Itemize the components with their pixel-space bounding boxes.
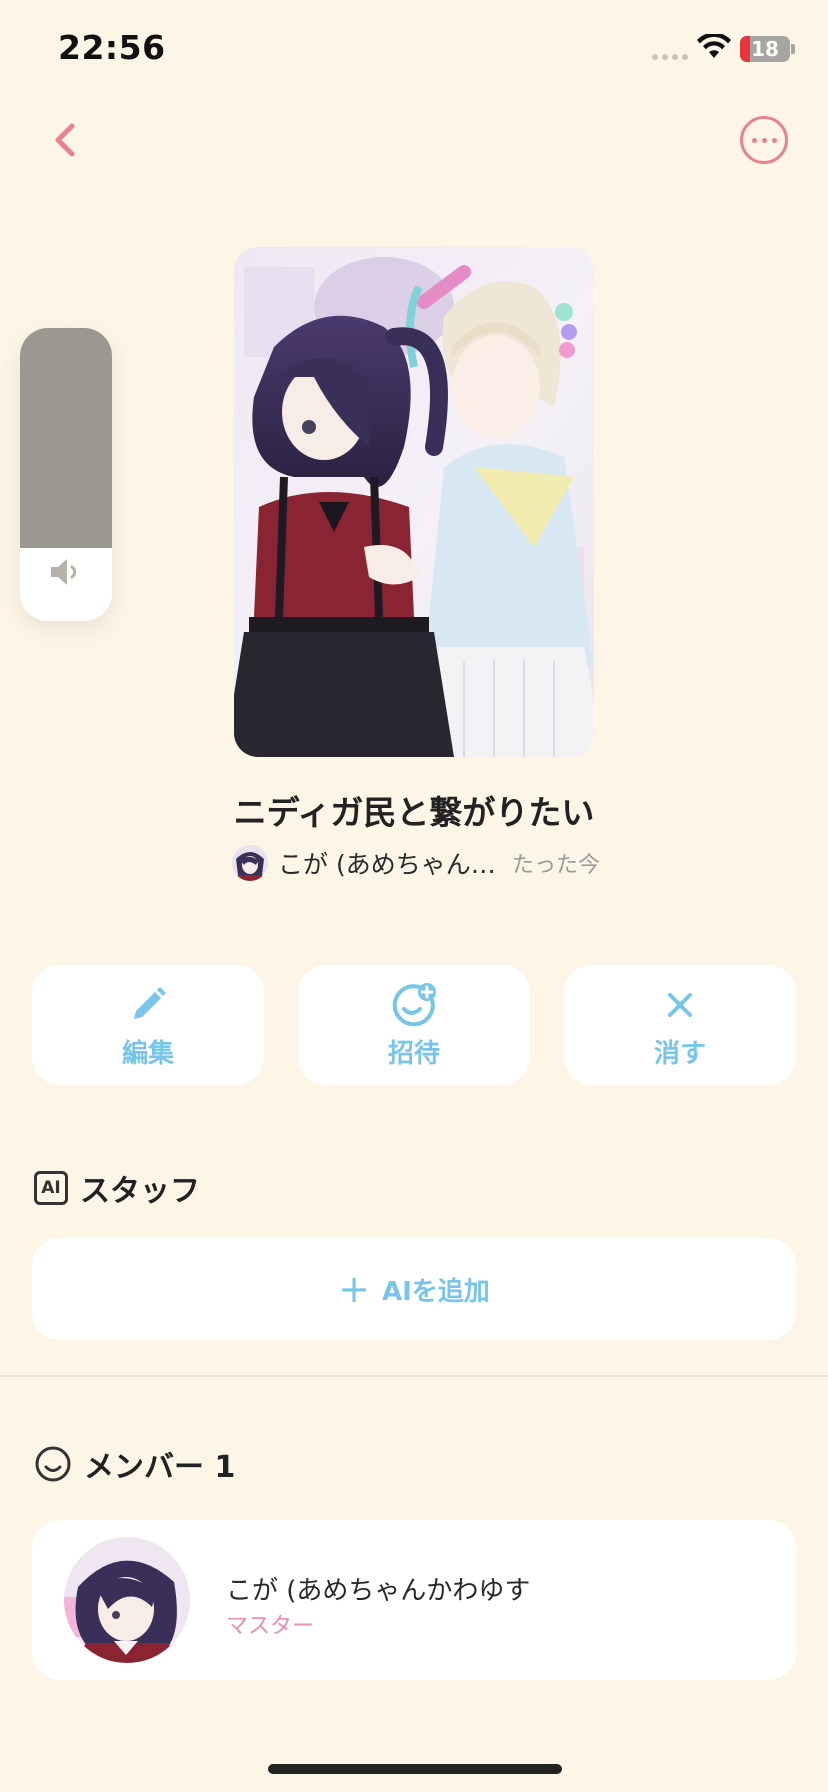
cellular-signal-icon — [652, 54, 688, 60]
pencil-icon — [134, 986, 166, 1019]
edit-button[interactable]: 編集 — [32, 965, 264, 1085]
delete-label: 消す — [653, 1038, 706, 1069]
owner-row[interactable]: こが (あめちゃん… たった今 — [232, 843, 600, 883]
wifi-icon — [697, 34, 731, 58]
edit-label: 編集 — [121, 1038, 174, 1069]
home-indicator[interactable] — [268, 1764, 562, 1774]
battery-percent: 18 — [751, 37, 779, 61]
add-ai-button[interactable]: + AIを追加 — [32, 1238, 796, 1340]
member-avatar[interactable] — [64, 1537, 190, 1663]
dot — [761, 137, 767, 143]
group-title: ニディガ民と繋がりたい — [233, 793, 595, 832]
battery-icon: 18 — [740, 36, 790, 62]
staff-title: スタッフ — [80, 1174, 200, 1209]
member-row[interactable]: こが (あめちゃんかわゆす マスター — [32, 1520, 796, 1680]
close-icon — [668, 992, 692, 1017]
chevron-left-icon[interactable] — [44, 118, 88, 162]
invite-button[interactable]: 招待 — [298, 965, 530, 1085]
add-smile-icon — [392, 982, 436, 1026]
section-divider — [0, 1375, 828, 1377]
volume-level — [20, 328, 112, 548]
smile-icon — [35, 1446, 71, 1482]
dot — [771, 137, 777, 143]
more-options-button[interactable] — [740, 116, 788, 164]
battery-tip — [791, 44, 795, 54]
created-time: たった今 — [512, 853, 601, 878]
group-cover-image — [234, 247, 594, 757]
speaker-icon — [51, 559, 77, 585]
add-ai-label: AIを追加 — [382, 1276, 490, 1307]
status-time: 22:56 — [58, 28, 166, 67]
staff-section-header: AI スタッフ — [34, 1166, 200, 1210]
invite-label: 招待 — [387, 1038, 440, 1069]
ai-icon: AI — [34, 1171, 68, 1205]
member-role: マスター — [226, 1614, 315, 1639]
dot — [751, 137, 757, 143]
members-title: メンバー 1 — [84, 1450, 236, 1485]
owner-name[interactable]: こが (あめちゃん… — [278, 845, 508, 881]
owner-avatar[interactable] — [232, 845, 268, 881]
members-section-header: メンバー 1 — [34, 1442, 235, 1486]
plus-icon: + — [338, 1267, 371, 1311]
volume-hud[interactable] — [20, 328, 112, 621]
delete-button[interactable]: 消す — [564, 965, 796, 1085]
member-name: こが (あめちゃんかわゆす — [226, 1576, 531, 1606]
